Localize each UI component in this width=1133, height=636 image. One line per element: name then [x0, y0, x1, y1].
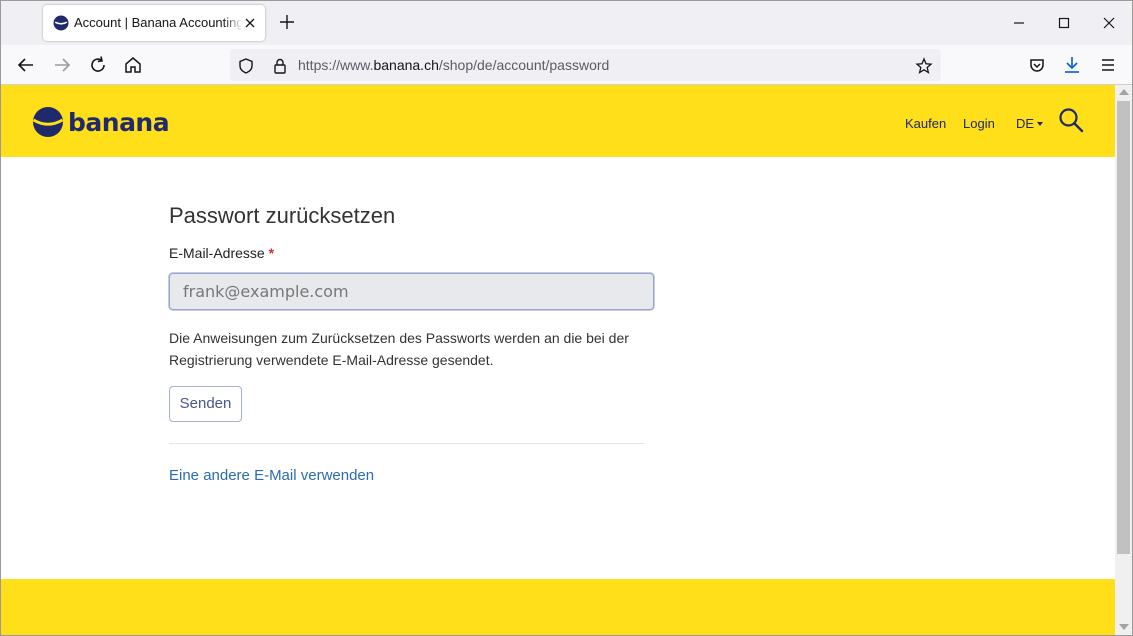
email-label: E-Mail-Adresse * [169, 245, 275, 261]
new-tab-plus-icon[interactable] [277, 12, 297, 32]
pocket-icon[interactable] [1025, 53, 1049, 77]
browser-window: Account | Banana Accounting S https://ww… [0, 0, 1133, 636]
logo-text: banana [68, 107, 170, 137]
site-footer [1, 579, 1115, 635]
caret-down-icon [1037, 121, 1044, 126]
home-icon[interactable] [121, 53, 145, 77]
vertical-scrollbar[interactable] [1115, 85, 1132, 635]
window-close-icon[interactable] [1099, 13, 1119, 33]
scroll-thumb[interactable] [1117, 101, 1130, 554]
window-minimize-icon[interactable] [1009, 13, 1029, 33]
help-text: Die Anweisungen zum Zurücksetzen des Pas… [169, 330, 629, 368]
email-field[interactable]: frank@example.com [169, 273, 654, 310]
tab-close-icon[interactable] [241, 14, 259, 32]
download-icon[interactable] [1060, 53, 1084, 77]
address-bar[interactable]: https://www.banana.ch/shop/de/account/pa… [230, 49, 941, 81]
menu-hamburger-icon[interactable] [1096, 53, 1120, 77]
banana-favicon-icon [53, 15, 69, 31]
navigation-toolbar: https://www.banana.ch/shop/de/account/pa… [1, 45, 1132, 85]
site-header: banana Kaufen Login DE [1, 85, 1115, 157]
reload-icon[interactable] [86, 53, 110, 77]
banana-logo[interactable]: banana [32, 106, 170, 138]
scroll-down-arrow-icon[interactable] [1119, 624, 1129, 630]
page-title: Passwort zurücksetzen [169, 203, 396, 228]
search-icon[interactable] [1058, 107, 1084, 133]
forward-arrow-icon[interactable] [50, 53, 74, 77]
shield-icon[interactable] [237, 57, 255, 75]
banana-logo-icon [32, 107, 64, 137]
send-button[interactable]: Senden [169, 386, 242, 422]
page-viewport: banana Kaufen Login DE Passwort zurückse… [1, 85, 1115, 635]
language-dropdown[interactable]: DE [1016, 116, 1044, 131]
required-marker: * [268, 245, 275, 261]
tab-strip: Account | Banana Accounting S [1, 1, 1132, 45]
tab-title: Account | Banana Accounting S [74, 15, 241, 30]
scroll-up-arrow-icon[interactable] [1119, 89, 1129, 95]
back-arrow-icon[interactable] [14, 53, 38, 77]
nav-link-login[interactable]: Login [963, 116, 995, 131]
lock-icon[interactable] [271, 57, 289, 75]
other-email-link[interactable]: Eine andere E-Mail verwenden [169, 467, 374, 484]
bookmark-star-icon[interactable] [915, 57, 933, 75]
active-tab[interactable]: Account | Banana Accounting S [43, 5, 265, 41]
window-maximize-icon[interactable] [1054, 13, 1074, 33]
language-label: DE [1016, 116, 1035, 131]
nav-link-kaufen[interactable]: Kaufen [905, 116, 946, 131]
url-text[interactable]: https://www.banana.ch/shop/de/account/pa… [298, 57, 609, 73]
divider [169, 443, 644, 444]
